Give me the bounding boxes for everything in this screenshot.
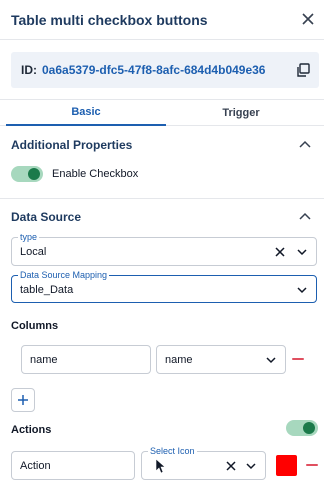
id-label: ID:: [21, 63, 37, 77]
data-source-mapping-value: table_Data: [20, 284, 74, 296]
clear-icon[interactable]: [274, 246, 286, 258]
select-icon-legend: Select Icon: [148, 446, 197, 456]
select-icon-field[interactable]: Select Icon: [141, 446, 266, 480]
chevron-down-icon[interactable]: [245, 460, 257, 472]
tab-trigger[interactable]: Trigger: [166, 100, 316, 126]
divider: [0, 198, 324, 199]
actions-toggle[interactable]: [286, 420, 318, 436]
plus-icon: [18, 395, 28, 405]
type-legend: type: [18, 232, 40, 242]
color-swatch[interactable]: [276, 455, 297, 476]
column-field-select[interactable]: name: [156, 345, 286, 374]
tab-bar: Basic Trigger: [0, 99, 324, 126]
type-select[interactable]: type Local: [11, 232, 317, 266]
column-name-value: name: [30, 354, 58, 366]
toggle-knob: [303, 422, 315, 434]
panel-header: Table multi checkbox buttons: [0, 0, 324, 40]
chevron-up-icon[interactable]: [298, 137, 312, 151]
data-source-mapping-legend: Data Source Mapping: [18, 270, 110, 280]
column-field-value: name: [165, 354, 193, 366]
copy-icon[interactable]: [293, 60, 313, 80]
panel-title: Table multi checkbox buttons: [11, 12, 208, 28]
tab-basic[interactable]: Basic: [6, 100, 166, 126]
remove-action-icon[interactable]: [306, 464, 318, 466]
actions-title: Actions: [11, 424, 52, 436]
type-value: Local: [20, 246, 47, 258]
enable-checkbox-label: Enable Checkbox: [52, 168, 139, 180]
id-box: ID: 0a6a5379-dfc5-47f8-8afc-684d4b049e36: [11, 52, 319, 88]
data-source-mapping-select[interactable]: Data Source Mapping table_Data: [11, 270, 317, 303]
action-name-input[interactable]: Action: [11, 451, 135, 480]
chevron-down-icon[interactable]: [296, 284, 308, 296]
section-title-data-source: Data Source: [11, 210, 82, 224]
column-name-input[interactable]: name: [21, 345, 151, 374]
toggle-knob: [28, 168, 40, 180]
remove-column-icon[interactable]: [292, 358, 304, 360]
section-title-additional-properties: Additional Properties: [11, 138, 133, 152]
close-icon[interactable]: [298, 9, 318, 29]
columns-title: Columns: [11, 320, 59, 332]
action-name-value: Action: [20, 460, 51, 472]
chevron-down-icon[interactable]: [265, 354, 277, 366]
enable-checkbox-toggle[interactable]: [11, 166, 43, 182]
chevron-up-icon[interactable]: [298, 209, 312, 223]
id-value: 0a6a5379-dfc5-47f8-8afc-684d4b049e36: [42, 63, 266, 77]
clear-icon[interactable]: [225, 460, 237, 472]
chevron-down-icon[interactable]: [296, 246, 308, 258]
add-column-button[interactable]: [11, 388, 35, 412]
cursor-arrow-icon: [154, 457, 168, 475]
